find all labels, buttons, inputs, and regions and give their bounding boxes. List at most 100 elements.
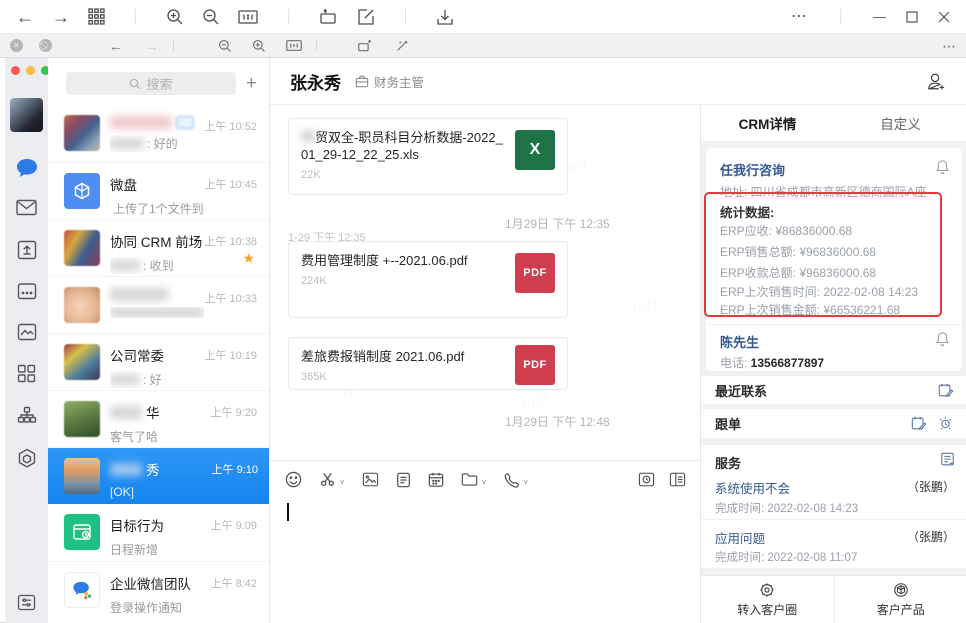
chat-item[interactable]: 微盘 上传了1个文件到【协… 上午 10:45: [48, 162, 269, 219]
gallery-icon[interactable]: [5, 323, 48, 341]
section-follow-up[interactable]: 跟单: [701, 409, 966, 438]
tab-crm-detail[interactable]: CRM详情: [701, 105, 834, 141]
chat-role: 财务主管: [355, 72, 424, 91]
rotate-icon[interactable]: [357, 39, 373, 53]
org-icon[interactable]: [5, 406, 48, 424]
service-item-title[interactable]: 系统使用不会: [715, 478, 790, 497]
edit-icon[interactable]: [357, 8, 375, 26]
magic-wand-icon[interactable]: [395, 39, 409, 53]
chat-item[interactable]: 目标行为 日程新增 上午 9:09: [48, 504, 269, 561]
one-to-one-icon[interactable]: [286, 39, 302, 52]
avatar: [64, 401, 100, 437]
gear-circle-icon: [759, 582, 775, 598]
app-sidebar: [5, 58, 48, 623]
dropdown-caret[interactable]: ˅: [482, 478, 487, 488]
plus-icon[interactable]: +: [246, 74, 257, 93]
calendar-edit-icon[interactable]: [911, 416, 926, 431]
stat-line: ERP应收: ¥86836000.68: [720, 222, 852, 239]
dropdown-caret[interactable]: ˅: [523, 478, 528, 488]
service-item-title[interactable]: 应用问题: [715, 528, 765, 547]
message-input-area[interactable]: ˅ ˅ ˅: [270, 460, 700, 623]
traffic-lights[interactable]: [11, 66, 50, 75]
back-icon[interactable]: ←: [109, 39, 123, 53]
bell-icon[interactable]: [935, 331, 950, 347]
avatar: [64, 344, 100, 380]
back-icon[interactable]: ←: [16, 8, 34, 26]
zoom-out-icon[interactable]: [202, 8, 220, 26]
crm-company-card: 任我行咨询 地址: 四川省成都市高新区德商国际A座 统计数据: ERP应收: ¥…: [706, 148, 962, 371]
chat-bubble-icon[interactable]: [5, 157, 48, 179]
forward-icon: →: [145, 39, 159, 53]
image-icon[interactable]: [362, 472, 379, 487]
more-icon[interactable]: ⋯: [791, 9, 808, 25]
calendar-icon[interactable]: [5, 282, 48, 300]
watermark: 7077: [518, 391, 550, 414]
search-input[interactable]: 搜索: [66, 72, 236, 95]
stat-line: ERP上次销售金额: ¥66536221.68: [720, 301, 900, 318]
person-add-icon[interactable]: [926, 72, 946, 91]
emoji-icon[interactable]: [285, 471, 302, 488]
chat-item[interactable]: 公司常委 : 好 上午 10:19: [48, 333, 269, 390]
panel-icon[interactable]: [669, 472, 686, 487]
drive-icon[interactable]: [5, 448, 48, 469]
doc-icon[interactable]: [940, 452, 955, 467]
chat-item-selected[interactable]: 秀 [OK] 上午 9:10: [48, 447, 270, 504]
call-icon[interactable]: [503, 472, 519, 488]
customer-products-button[interactable]: 客户产品: [834, 576, 966, 623]
dropdown-caret[interactable]: ˅: [340, 478, 345, 488]
censored-name: [110, 463, 142, 476]
close-circle-icon[interactable]: ✕: [10, 39, 23, 52]
one-to-one-icon[interactable]: [238, 9, 258, 25]
history-icon[interactable]: [638, 472, 655, 487]
schedule-icon[interactable]: [428, 472, 444, 488]
chat-item[interactable]: 华 客气了哈 上午 9:20: [48, 390, 269, 447]
input-toolbar: ˅ ˅ ˅: [270, 461, 700, 488]
more-icon[interactable]: ⋯: [942, 39, 956, 53]
grid-icon[interactable]: [88, 8, 105, 25]
minimize-icon[interactable]: —: [873, 10, 886, 23]
company-name[interactable]: 任我行咨询: [720, 160, 785, 179]
contact-name[interactable]: 陈先生: [720, 332, 759, 351]
zoom-out-icon[interactable]: [218, 39, 232, 53]
workbench-icon[interactable]: [5, 240, 48, 260]
folder-icon[interactable]: [461, 472, 478, 487]
star-icon: ★: [242, 250, 255, 267]
transfer-customer-circle-button[interactable]: 转入客户圈: [701, 576, 834, 623]
close-icon[interactable]: [938, 11, 950, 23]
chat-item[interactable]: : 好的 上午 10:52: [48, 105, 269, 162]
settings-icon[interactable]: [5, 594, 48, 611]
close-light[interactable]: [11, 66, 20, 75]
chat-item[interactable]: 上午 10:33: [48, 276, 269, 333]
stat-line: ERP上次销售时间: 2022-02-08 14:23: [720, 283, 918, 300]
mail-icon[interactable]: [5, 199, 48, 216]
file-icon[interactable]: [396, 472, 411, 488]
maximize-icon[interactable]: [906, 11, 918, 23]
avatar: [64, 287, 100, 323]
phone-number[interactable]: 13566877897: [751, 356, 824, 370]
bell-icon[interactable]: [935, 159, 950, 175]
zoom-in-icon[interactable]: [166, 8, 184, 26]
reminder-icon[interactable]: [938, 416, 953, 431]
forward-icon[interactable]: →: [52, 8, 70, 26]
tab-custom[interactable]: 自定义: [834, 105, 966, 141]
file-message-pdf[interactable]: 差旅费报销制度 2021.06.pdf 365K PDF: [288, 337, 568, 390]
chat-item[interactable]: 企业微信团队 登录操作通知 上午 8:42: [48, 561, 269, 618]
rotate-icon[interactable]: [319, 8, 339, 26]
file-message-xls[interactable]: 贸双全-职员科目分析数据-2022_01_29-12_22_25.xls 22K…: [288, 118, 568, 195]
file-message-pdf[interactable]: 费用管理制度 +--2021.06.pdf 224K PDF: [288, 241, 568, 318]
censored-text: [110, 260, 140, 271]
calendar-edit-icon[interactable]: [938, 383, 953, 398]
screenshot-icon[interactable]: [319, 471, 336, 488]
watermark: 7077: [628, 296, 660, 319]
file-size: 22K: [301, 169, 555, 181]
block-circle-icon[interactable]: ⃠: [39, 39, 52, 52]
download-icon[interactable]: [436, 8, 454, 26]
apps-icon[interactable]: [5, 364, 48, 383]
zoom-in-icon[interactable]: [252, 39, 266, 53]
chat-time: 上午 9:09: [211, 514, 257, 561]
chat-item[interactable]: 协同 CRM 前场 : 收到 上午 10:38 ★: [48, 219, 269, 276]
section-recent-contact[interactable]: 最近联系: [701, 376, 966, 404]
minimize-light[interactable]: [26, 66, 35, 75]
service-owner: （张鹏）: [907, 478, 955, 495]
user-avatar[interactable]: [10, 98, 43, 132]
